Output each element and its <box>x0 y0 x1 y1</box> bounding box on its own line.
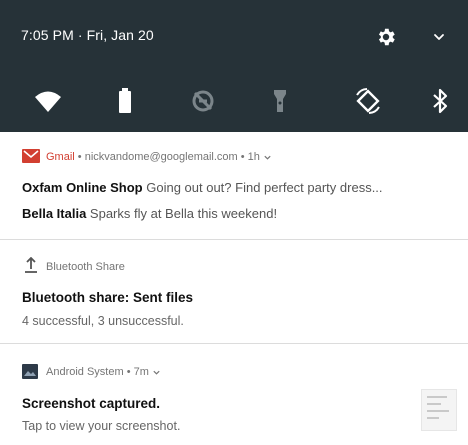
chevron-down-icon[interactable] <box>152 368 161 377</box>
app-name: Bluetooth Share <box>46 261 125 273</box>
chevron-down-icon[interactable] <box>263 153 272 162</box>
gmail-message-1: Oxfam Online Shop Going out out? Find pe… <box>22 180 383 195</box>
android-system-notification[interactable]: Android System • 7m Screenshot captured.… <box>0 344 468 445</box>
bluetooth-share-notification[interactable]: Bluetooth Share Bluetooth share: Sent fi… <box>0 240 468 344</box>
wifi-icon[interactable] <box>33 86 63 116</box>
screenshot-thumbnail[interactable] <box>421 389 457 431</box>
message-preview: Sparks fly at Bella this weekend! <box>86 206 278 221</box>
chevron-down-icon[interactable] <box>432 30 446 44</box>
gmail-header: Gmail • nickvandome@googlemail.com • 1h <box>46 151 272 163</box>
notification-text: 4 successful, 3 unsuccessful. <box>22 314 184 328</box>
notification-shade-header: 7:05 PM · Fri, Jan 20 <box>0 0 468 132</box>
account-and-time: • nickvandome@googlemail.com • 1h <box>74 151 263 163</box>
gmail-message-2: Bella Italia Sparks fly at Bella this we… <box>22 206 277 221</box>
status-row: 7:05 PM · Fri, Jan 20 <box>0 0 468 64</box>
bluetooth-icon[interactable] <box>425 86 455 116</box>
gear-icon[interactable] <box>375 26 397 48</box>
sender: Bella Italia <box>22 206 87 221</box>
android-header: Android System • 7m <box>46 366 161 378</box>
sender: Oxfam Online Shop <box>22 180 143 195</box>
gmail-icon <box>22 149 40 163</box>
flashlight-icon[interactable] <box>265 86 295 116</box>
image-icon <box>22 364 38 379</box>
rotate-icon[interactable] <box>353 86 383 116</box>
do-not-disturb-off-icon[interactable] <box>188 86 218 116</box>
notification-text: Tap to view your screenshot. <box>22 419 181 433</box>
app-name-and-time: Android System • 7m <box>46 366 152 378</box>
notification-title: Bluetooth share: Sent files <box>22 290 194 305</box>
notification-title: Screenshot captured. <box>22 396 161 411</box>
app-name: Gmail <box>46 151 75 163</box>
message-preview: Going out out? Find perfect party dress.… <box>142 180 383 195</box>
battery-icon[interactable] <box>110 86 140 116</box>
upload-icon <box>25 257 37 273</box>
gmail-notification[interactable]: Gmail • nickvandome@googlemail.com • 1h … <box>0 132 468 240</box>
time-date: 7:05 PM · Fri, Jan 20 <box>21 27 154 43</box>
